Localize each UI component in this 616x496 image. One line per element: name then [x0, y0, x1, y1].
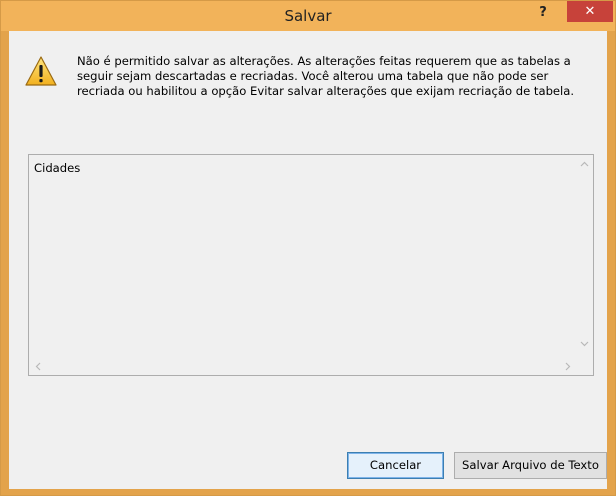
- dialog-body: Não é permitido salvar as alterações. As…: [9, 31, 607, 489]
- chevron-up-icon[interactable]: [580, 161, 589, 167]
- chevron-right-icon[interactable]: [565, 362, 571, 371]
- chevron-left-icon[interactable]: [35, 362, 41, 371]
- dialog-title: Salvar: [284, 7, 332, 25]
- list-item[interactable]: Cidades: [34, 161, 80, 175]
- scrollbar-corner: [576, 357, 593, 375]
- title-bar[interactable]: Salvar ? ✕: [1, 1, 615, 31]
- error-message: Não é permitido salvar as alterações. As…: [77, 54, 575, 98]
- chevron-down-icon[interactable]: [580, 341, 589, 347]
- warning-icon: [25, 56, 57, 86]
- save-dialog: Salvar ? ✕ Não é permitido salvar as alt…: [0, 0, 616, 496]
- cancel-button[interactable]: Cancelar: [347, 452, 444, 479]
- vertical-scrollbar[interactable]: [576, 155, 593, 358]
- close-button[interactable]: ✕: [567, 1, 613, 22]
- save-text-file-button[interactable]: Salvar Arquivo de Texto: [454, 452, 607, 479]
- close-icon: ✕: [584, 4, 596, 19]
- tables-listbox[interactable]: Cidades: [28, 154, 594, 376]
- help-button[interactable]: ?: [531, 3, 555, 23]
- horizontal-scrollbar[interactable]: [29, 357, 576, 375]
